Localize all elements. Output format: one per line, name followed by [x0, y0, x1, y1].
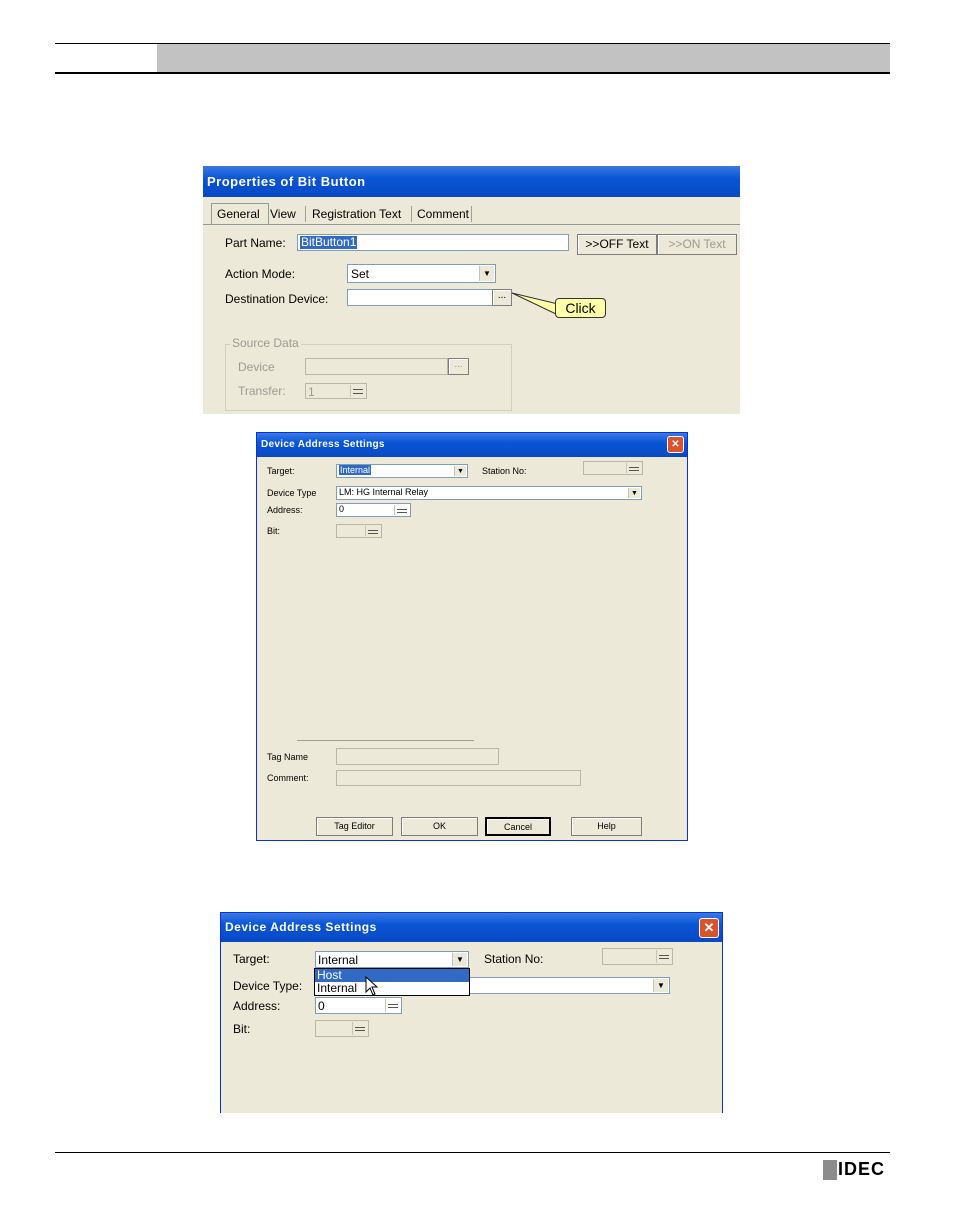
target-label: Target:	[267, 466, 295, 476]
address-stepper[interactable]: 0	[336, 503, 411, 517]
header-band	[157, 44, 890, 72]
part-name-label: Part Name:	[225, 236, 286, 250]
station-no-label: Station No:	[482, 466, 527, 476]
device-type-label: Device Type	[267, 488, 317, 498]
footer-rule	[55, 1152, 890, 1153]
chevron-down-icon[interactable]: ▼	[628, 488, 640, 498]
chevron-down-icon[interactable]: ▼	[479, 266, 494, 281]
tab-divider	[411, 206, 412, 222]
transfer-stepper[interactable]: 1	[305, 383, 367, 399]
device-type-select[interactable]: ▼	[470, 977, 670, 994]
part-name-input[interactable]: BitButton1	[297, 234, 569, 251]
divider	[297, 740, 474, 741]
chevron-down-icon[interactable]: ▼	[454, 466, 466, 476]
target-select[interactable]: Internal ▼	[336, 464, 468, 478]
dialog-titlebar: Device Address Settings ✕	[221, 913, 722, 942]
properties-titlebar: Properties of Bit Button	[203, 166, 740, 197]
idec-logo: IDEC	[838, 1159, 886, 1179]
device-label: Device	[238, 360, 275, 374]
mouse-cursor-icon	[365, 976, 379, 996]
properties-dialog: Properties of Bit Button General View Re…	[203, 166, 740, 414]
tab-general[interactable]: General	[211, 203, 269, 225]
logo-mark	[823, 1160, 837, 1180]
header-rule-bottom	[55, 72, 890, 74]
chevron-down-icon[interactable]: ▼	[452, 953, 467, 966]
target-select[interactable]: Internal ▼	[315, 951, 469, 968]
spin-buttons[interactable]	[656, 950, 671, 963]
tag-name-input[interactable]	[336, 748, 499, 765]
spin-buttons[interactable]	[352, 1022, 367, 1035]
dialog-title: Device Address Settings	[261, 439, 385, 450]
dropdown-option-internal[interactable]: Internal	[315, 982, 469, 995]
action-mode-select[interactable]: Set ▼	[347, 264, 496, 283]
tab-view[interactable]: View	[270, 207, 296, 221]
destination-device-label: Destination Device:	[225, 292, 329, 306]
station-no-stepper[interactable]	[602, 948, 673, 965]
spin-buttons[interactable]	[626, 463, 641, 473]
bit-stepper[interactable]	[315, 1020, 369, 1037]
source-data-label: Source Data	[230, 336, 301, 350]
device-type-select[interactable]: LM: HG Internal Relay ▼	[336, 486, 642, 500]
station-no-label: Station No:	[484, 952, 544, 966]
station-no-stepper[interactable]	[583, 461, 643, 475]
address-label: Address:	[267, 505, 303, 515]
dialog-titlebar: Device Address Settings ✕	[257, 433, 687, 457]
dialog-title: Device Address Settings	[225, 920, 377, 934]
help-button[interactable]: Help	[571, 817, 642, 836]
tab-divider	[471, 206, 472, 222]
tab-panel-border	[203, 224, 740, 225]
tab-registration-text[interactable]: Registration Text	[312, 207, 401, 221]
comment-input[interactable]	[336, 770, 581, 786]
tab-divider	[305, 206, 306, 222]
tag-name-label: Tag Name	[267, 752, 309, 762]
comment-label: Comment:	[267, 773, 309, 783]
bit-label: Bit:	[267, 526, 281, 536]
spin-buttons[interactable]	[365, 526, 380, 536]
close-icon[interactable]: ✕	[699, 918, 719, 938]
spin-buttons[interactable]	[394, 505, 409, 515]
bit-stepper[interactable]	[336, 524, 382, 538]
device-type-label: Device Type:	[233, 979, 303, 993]
device-address-dialog: Device Address Settings ✕ Target: Intern…	[256, 432, 688, 841]
chevron-down-icon[interactable]: ▼	[653, 979, 668, 992]
ok-button[interactable]: OK	[401, 817, 478, 836]
properties-title: Properties of Bit Button	[207, 174, 366, 189]
spin-buttons[interactable]	[350, 385, 365, 397]
destination-device-input[interactable]	[347, 289, 493, 306]
address-stepper[interactable]: 0	[315, 997, 402, 1014]
close-icon[interactable]: ✕	[667, 436, 684, 453]
bit-label: Bit:	[233, 1022, 251, 1036]
address-label: Address:	[233, 999, 281, 1013]
device-input[interactable]	[305, 358, 448, 375]
on-text-button[interactable]: >>ON Text	[657, 234, 737, 255]
spin-buttons[interactable]	[385, 999, 400, 1012]
transfer-label: Transfer:	[238, 384, 286, 398]
action-mode-label: Action Mode:	[225, 267, 296, 281]
source-data-group	[225, 344, 512, 411]
off-text-button[interactable]: >>OFF Text	[577, 234, 657, 255]
target-dropdown-list: Host Internal	[314, 968, 470, 996]
tab-comment[interactable]: Comment	[417, 207, 469, 221]
cancel-button[interactable]: Cancel	[485, 817, 551, 836]
target-label: Target:	[233, 952, 270, 966]
device-browse-button[interactable]: ...	[448, 358, 469, 375]
click-callout: Click	[555, 298, 606, 318]
device-address-dialog-dropdown: Device Address Settings ✕ Target: Intern…	[220, 912, 723, 1113]
tag-editor-button[interactable]: Tag Editor	[316, 817, 393, 836]
